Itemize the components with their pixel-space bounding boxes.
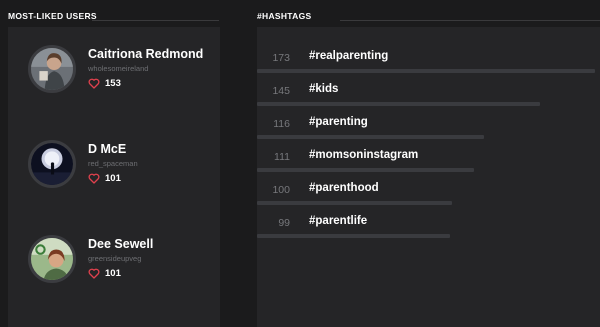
hashtag-bar: [257, 135, 484, 139]
like-count: 101: [105, 268, 121, 279]
avatar[interactable]: [28, 140, 76, 188]
hashtag-label[interactable]: #realparenting: [309, 50, 388, 62]
hashtag-row[interactable]: 99 #parentlife: [257, 213, 600, 246]
hashtag-bar: [257, 102, 540, 106]
hashtag-row[interactable]: 145 #kids: [257, 81, 600, 114]
hashtag-label[interactable]: #momsoninstagram: [309, 149, 418, 161]
avatar-photo: [31, 238, 73, 280]
user-handle: greensideupveg: [88, 254, 142, 263]
heart-icon: [88, 268, 100, 279]
avatar-photo: [31, 48, 73, 90]
hashtag-label[interactable]: #parenting: [309, 116, 368, 128]
user-handle: wholesomeireland: [88, 64, 149, 73]
user-card[interactable]: D McE red_spaceman 101: [8, 140, 220, 200]
avatar-photo: [31, 143, 73, 185]
hashtag-row[interactable]: 100 #parenthood: [257, 180, 600, 213]
like-stat: 153: [88, 78, 121, 89]
avatar[interactable]: [28, 45, 76, 93]
hashtag-count: 100: [272, 184, 290, 196]
hashtag-bar: [257, 168, 474, 172]
hashtag-row[interactable]: 111 #momsoninstagram: [257, 147, 600, 180]
most-liked-users-panel: Caitriona Redmond wholesomeireland 153 D…: [8, 27, 220, 327]
user-name[interactable]: Dee Sewell: [88, 237, 153, 251]
hashtag-bar: [257, 201, 452, 205]
like-count: 153: [105, 78, 121, 89]
hashtag-count: 173: [272, 52, 290, 64]
hashtag-label[interactable]: #parenthood: [309, 182, 379, 194]
hashtag-label[interactable]: #kids: [309, 83, 338, 95]
hashtag-bar: [257, 234, 450, 238]
user-handle: red_spaceman: [88, 159, 138, 168]
hashtag-row[interactable]: 116 #parenting: [257, 114, 600, 147]
most-liked-users-title: MOST-LIKED USERS: [8, 11, 97, 21]
heart-icon: [88, 173, 100, 184]
heart-icon: [88, 78, 100, 89]
hashtags-panel: 173 #realparenting 145 #kids 116 #parent…: [257, 27, 600, 327]
hashtag-bar: [257, 69, 595, 73]
user-card[interactable]: Dee Sewell greensideupveg 101: [8, 235, 220, 295]
hashtag-count: 116: [273, 118, 290, 130]
like-stat: 101: [88, 173, 121, 184]
user-card[interactable]: Caitriona Redmond wholesomeireland 153: [8, 45, 220, 105]
section-divider: [92, 20, 219, 21]
hashtag-count: 145: [272, 85, 290, 97]
section-divider: [340, 20, 600, 21]
like-stat: 101: [88, 268, 121, 279]
like-count: 101: [105, 173, 121, 184]
user-name[interactable]: D McE: [88, 142, 126, 156]
hashtag-count: 111: [274, 151, 290, 163]
user-name[interactable]: Caitriona Redmond: [88, 47, 203, 61]
avatar[interactable]: [28, 235, 76, 283]
hashtag-count: 99: [278, 217, 290, 229]
hashtags-title: #HASHTAGS: [257, 11, 312, 21]
hashtag-row[interactable]: 173 #realparenting: [257, 48, 600, 81]
hashtag-label[interactable]: #parentlife: [309, 215, 367, 227]
